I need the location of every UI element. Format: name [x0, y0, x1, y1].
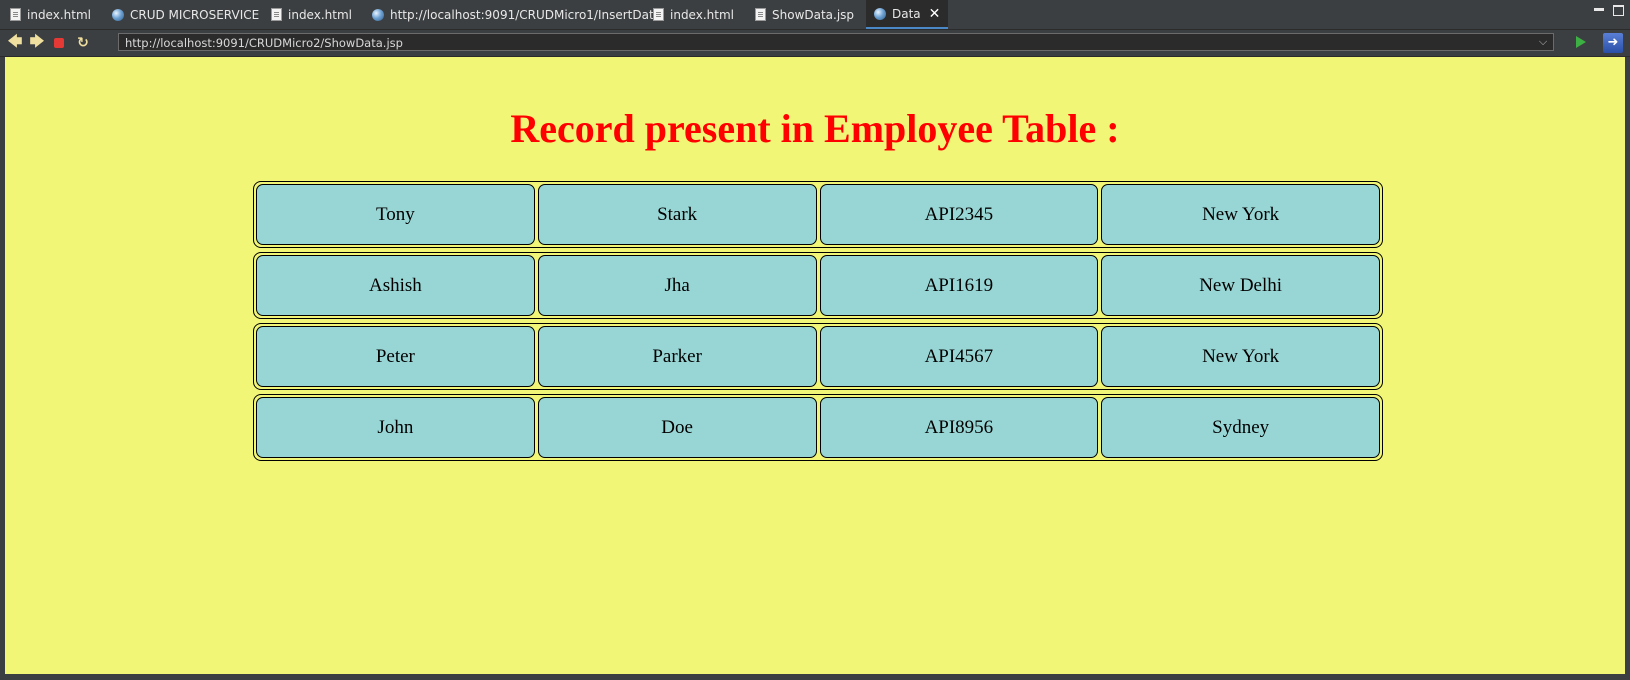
- url-text: http://localhost:9091/CRUDMicro2/ShowDat…: [125, 36, 403, 50]
- table-row: Peter Parker API4567 New York: [253, 323, 1383, 390]
- tab-index-html-3[interactable]: index.html: [653, 0, 734, 29]
- table-cell: Peter: [256, 326, 535, 387]
- table-cell: Ashish: [256, 255, 535, 316]
- tab-label: index.html: [27, 7, 91, 22]
- stop-icon[interactable]: [50, 34, 68, 52]
- table-cell: API4567: [819, 326, 1099, 387]
- table-cell: Jha: [537, 255, 817, 316]
- page-title: Record present in Employee Table :: [510, 106, 1120, 151]
- table-cell: New York: [1101, 184, 1380, 245]
- tab-index-html-1[interactable]: index.html: [10, 0, 91, 29]
- table-cell: API1619: [819, 255, 1099, 316]
- employee-table: Tony Stark API2345 New York Ashish Jha A…: [253, 181, 1383, 465]
- open-external-icon[interactable]: ➜: [1603, 33, 1623, 53]
- table-cell: Stark: [537, 184, 817, 245]
- go-icon[interactable]: [1576, 36, 1586, 48]
- globe-icon: [112, 8, 124, 21]
- file-icon: [10, 8, 21, 21]
- minimize-icon[interactable]: [1594, 8, 1604, 11]
- table-cell: Doe: [537, 397, 817, 458]
- table-cell: New York: [1101, 326, 1380, 387]
- globe-icon: [874, 7, 886, 20]
- tab-label: http://localhost:9091/CRUDMicro1/InsertD…: [390, 7, 662, 22]
- table-row: Tony Stark API2345 New York: [253, 181, 1383, 248]
- tab-label: index.html: [288, 7, 352, 22]
- table-cell: API8956: [819, 397, 1099, 458]
- table-row: Ashish Jha API1619 New Delhi: [253, 252, 1383, 319]
- table-cell: John: [256, 397, 535, 458]
- tab-crud-microservice[interactable]: CRUD MICROSERVICE: [112, 0, 259, 29]
- table-cell: Sydney: [1101, 397, 1380, 458]
- tab-bar: index.html CRUD MICROSERVICE index.html …: [0, 0, 1630, 30]
- tab-showdata-jsp[interactable]: ShowData.jsp: [755, 0, 854, 29]
- maximize-icon[interactable]: [1613, 5, 1624, 16]
- chevron-down-icon[interactable]: ⌵: [1535, 34, 1551, 50]
- file-icon: [271, 8, 282, 21]
- nav-bar: 🡄 🡆 ↻ http://localhost:9091/CRUDMicro2/S…: [0, 30, 1630, 57]
- table-cell: New Delhi: [1101, 255, 1380, 316]
- tab-label: CRUD MICROSERVICE: [130, 7, 260, 22]
- forward-icon[interactable]: 🡆: [28, 34, 46, 52]
- tab-label: ShowData.jsp: [772, 7, 855, 22]
- file-icon: [653, 8, 664, 21]
- globe-icon: [372, 8, 384, 21]
- refresh-icon[interactable]: ↻: [74, 34, 92, 52]
- tab-index-html-2[interactable]: index.html: [271, 0, 352, 29]
- url-input[interactable]: http://localhost:9091/CRUDMicro2/ShowDat…: [118, 33, 1554, 51]
- tab-data[interactable]: Data ✕: [866, 0, 949, 29]
- table-cell: Tony: [256, 184, 535, 245]
- file-icon: [755, 8, 766, 21]
- table-row: John Doe API8956 Sydney: [253, 394, 1383, 461]
- page-content: Record present in Employee Table : Tony …: [5, 57, 1625, 674]
- tab-label: index.html: [670, 7, 734, 22]
- table-cell: API2345: [819, 184, 1099, 245]
- table-cell: Parker: [537, 326, 817, 387]
- back-icon[interactable]: 🡄: [6, 34, 24, 52]
- tab-label: Data: [892, 6, 921, 21]
- tab-insert-data[interactable]: http://localhost:9091/CRUDMicro1/InsertD…: [372, 0, 661, 29]
- close-icon[interactable]: ✕: [929, 6, 941, 22]
